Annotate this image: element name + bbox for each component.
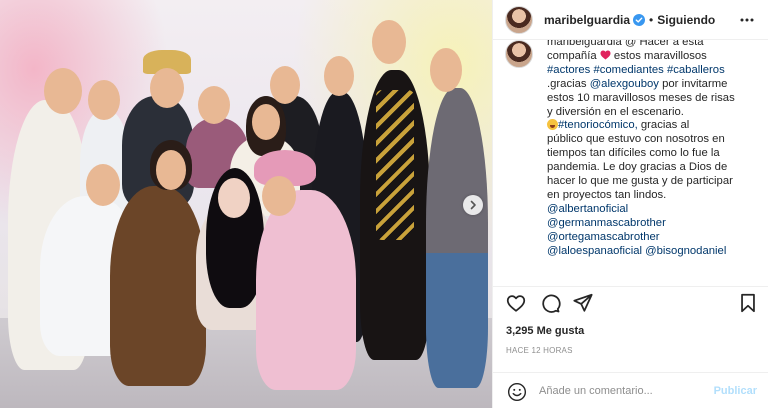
following-button[interactable]: Siguiendo xyxy=(657,13,715,27)
comment-bar: Publicar xyxy=(493,372,768,408)
more-options-icon[interactable] xyxy=(739,12,755,28)
caption-line: maribelguardia @ Hacer a esta xyxy=(547,40,704,48)
person-head xyxy=(198,86,230,124)
heart-icon[interactable] xyxy=(505,292,527,314)
laughing-emoji-icon xyxy=(547,119,558,131)
mention-link[interactable]: @ortegamascabrother xyxy=(547,231,759,245)
hashtag-line[interactable]: #actores #comediantes #caballeros xyxy=(547,64,759,78)
mention-link[interactable]: @alexgouboy xyxy=(590,78,659,90)
person-head xyxy=(156,150,186,190)
comment-icon[interactable] xyxy=(539,292,561,314)
caption-text: estos maravillosos xyxy=(613,49,707,62)
caption-line: hacer lo que me gusta y de participar xyxy=(547,175,733,188)
publish-button[interactable]: Publicar xyxy=(714,385,757,397)
person-head xyxy=(262,176,296,216)
caption-line: estos 10 maravillosos meses de risas xyxy=(547,91,735,104)
post-timestamp[interactable]: HACE 12 HORAS xyxy=(506,346,573,355)
caption-line: y diversión en el escenario. xyxy=(547,105,684,118)
caption-line: en proyectos tan lindos. xyxy=(547,188,667,201)
caption-line: pandemia. Le doy gracias a Dios de xyxy=(547,161,728,174)
red-heart-emoji-icon xyxy=(600,50,611,60)
person-head xyxy=(252,104,280,140)
caption-text: por invitarme xyxy=(662,77,728,90)
caption-text: .gracias xyxy=(547,77,587,90)
person-head xyxy=(86,164,120,206)
next-photo-button[interactable] xyxy=(463,195,483,215)
post-header: maribelguardia • Siguiendo xyxy=(493,0,768,40)
post-photo[interactable] xyxy=(0,0,492,408)
person-head xyxy=(324,56,354,96)
username-link[interactable]: maribelguardia xyxy=(544,13,630,27)
caption-text: compañía xyxy=(547,49,597,62)
caption-line: .gracias @alexgouboy por invitarme xyxy=(547,78,759,92)
separator-dot: • xyxy=(649,12,654,27)
mention-link[interactable]: @germanmascabrother xyxy=(547,217,759,231)
person-head xyxy=(44,68,82,114)
chevron-right-icon xyxy=(470,200,476,210)
verified-badge-icon xyxy=(633,13,646,26)
caption-line: @laloespanaoficial @bisognodaniel xyxy=(547,245,759,259)
person-head xyxy=(430,48,462,92)
like-count[interactable]: 3,295 Me gusta xyxy=(506,325,584,337)
caption-line: #tenoriocómico, gracias al xyxy=(547,119,759,133)
mention-link[interactable]: @albertanoficial xyxy=(547,203,759,217)
comment-input[interactable] xyxy=(539,380,709,402)
person-head xyxy=(372,20,406,64)
bookmark-icon[interactable] xyxy=(737,292,759,314)
caption-text: gracias al xyxy=(640,119,690,132)
caption-avatar[interactable] xyxy=(505,40,533,68)
caption-line: compañía estos maravillosos xyxy=(547,50,759,64)
post-side-panel: maribelguardia • Siguiendo maribelguardi… xyxy=(492,0,768,408)
person-pink-costume xyxy=(256,190,356,390)
caption-line: público que estuvo con nosotros en xyxy=(547,133,725,146)
costume-gold-trim xyxy=(376,90,414,240)
paper-plane-icon[interactable] xyxy=(572,292,594,314)
person-patterned-shirt xyxy=(426,88,488,388)
hashtag-link[interactable]: #tenoriocómico, xyxy=(558,119,638,131)
emoji-icon[interactable] xyxy=(507,382,527,402)
mention-link[interactable]: @bisognodaniel xyxy=(645,245,726,257)
avatar[interactable] xyxy=(505,5,533,34)
post-actions-bar xyxy=(493,286,768,320)
person-head xyxy=(218,178,250,218)
person-brown-costume xyxy=(110,186,206,386)
person-head xyxy=(88,80,120,120)
caption-line: tiempos tan difíciles como lo fue la xyxy=(547,147,720,160)
mention-link[interactable]: @laloespanaoficial xyxy=(547,245,642,257)
caption-area: maribelguardia @ Hacer a esta compañía e… xyxy=(493,40,768,286)
person-head xyxy=(150,68,184,108)
post-caption: maribelguardia @ Hacer a esta compañía e… xyxy=(547,40,759,259)
